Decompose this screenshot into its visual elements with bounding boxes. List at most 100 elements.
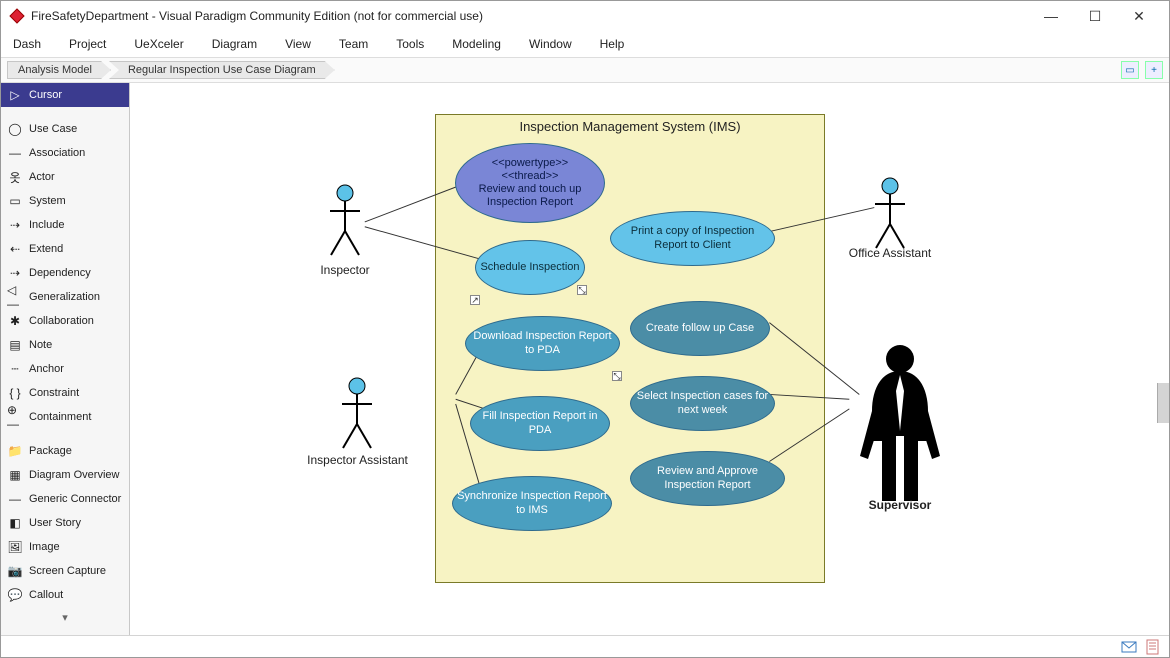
actor-inspector-label: Inspector [310, 263, 380, 277]
maximize-button[interactable]: ☐ [1073, 2, 1117, 30]
toolbar-new-icon[interactable]: + [1145, 61, 1163, 79]
minimize-button[interactable]: — [1029, 2, 1073, 30]
palette-item-label: Dependency [29, 267, 91, 279]
palette-constraint[interactable]: { }Constraint [1, 381, 129, 405]
palette-generalization[interactable]: ◁— Generalization [1, 285, 129, 309]
menu-project[interactable]: Project [69, 37, 106, 51]
palette-item-label: Note [29, 339, 52, 351]
palette-item-label: Callout [29, 589, 63, 601]
palette-cursor[interactable]: ▷ Cursor [1, 83, 129, 107]
palette-item-label: Containment [29, 411, 91, 423]
palette-system[interactable]: ▭System [1, 189, 129, 213]
userstory-icon: ◧ [7, 515, 23, 531]
reference-marker-1[interactable]: ↗ [470, 295, 480, 305]
actor-icon: 옷 [7, 169, 23, 185]
palette-callout[interactable]: 💬 Callout [1, 583, 129, 607]
breadcrumb-diagram[interactable]: Regular Inspection Use Case Diagram [109, 61, 335, 79]
menu-window[interactable]: Window [529, 37, 572, 51]
palette-item-label: Actor [29, 171, 55, 183]
usecase-icon: ◯ [7, 121, 23, 137]
palette-item-label: Association [29, 147, 85, 159]
reference-marker-2[interactable]: ⤡ [577, 285, 587, 295]
usecase-schedule[interactable]: Schedule Inspection [475, 240, 585, 295]
window-title: FireSafetyDepartment - Visual Paradigm C… [31, 9, 1029, 23]
menu-dash[interactable]: Dash [13, 37, 41, 51]
actor-assistant[interactable] [337, 376, 377, 456]
actor-inspector[interactable] [325, 183, 365, 263]
containment-icon: ⊕— [7, 409, 23, 425]
menu-tools[interactable]: Tools [396, 37, 424, 51]
palette-actor[interactable]: 옷 Actor [1, 165, 129, 189]
palette-item-label: Constraint [29, 387, 79, 399]
anchor-icon: ┄ [7, 361, 23, 377]
palette-item-label: System [29, 195, 66, 207]
palette-expand-icon[interactable]: ▾ [1, 607, 129, 628]
dependency-icon: ⇢ [7, 265, 23, 281]
menu-uexceler[interactable]: UeXceler [134, 37, 183, 51]
actor-supervisor[interactable] [850, 341, 950, 501]
palette-containment[interactable]: ⊕— Containment [1, 405, 129, 429]
palette-anchor[interactable]: ┄Anchor [1, 357, 129, 381]
palette-extend[interactable]: ⇠ Extend [1, 237, 129, 261]
collaboration-icon: ✱ [7, 313, 23, 329]
usecase-download[interactable]: Download Inspection Report to PDA [465, 316, 620, 371]
note-icon: ▤ [7, 337, 23, 353]
palette-item-label: Collaboration [29, 315, 94, 327]
extend-icon: ⇠ [7, 241, 23, 257]
system-title: Inspection Management System (IMS) [436, 115, 824, 138]
palette-collaboration[interactable]: ✱ Collaboration [1, 309, 129, 333]
breadcrumb-analysis-model[interactable]: Analysis Model [7, 61, 111, 79]
palette-user-story[interactable]: ◧User Story [1, 511, 129, 535]
usecase-review-touchup[interactable]: <<powertype>> <<thread>> Review and touc… [455, 143, 605, 223]
menu-diagram[interactable]: Diagram [212, 37, 257, 51]
menubar: Dash Project UeXceler Diagram View Team … [1, 31, 1169, 57]
menu-help[interactable]: Help [600, 37, 625, 51]
palette-note[interactable]: ▤ Note [1, 333, 129, 357]
palette-item-label: Generalization [29, 291, 100, 303]
generic-icon: — [7, 491, 23, 507]
app-icon [9, 8, 25, 24]
package-icon: 📁 [7, 443, 23, 459]
palette-item-label: Use Case [29, 123, 77, 135]
menu-view[interactable]: View [285, 37, 311, 51]
palette-diagram-overview[interactable]: ▦Diagram Overview [1, 463, 129, 487]
palette-item-label: Cursor [29, 89, 62, 101]
palette-item-label: Generic Connector [29, 493, 121, 505]
mail-icon[interactable] [1121, 639, 1137, 655]
palette-use-case[interactable]: ◯ Use Case [1, 117, 129, 141]
generalization-icon: ◁— [7, 289, 23, 305]
usecase-select[interactable]: Select Inspection cases for next week [630, 376, 775, 431]
palette-item-label: Screen Capture [29, 565, 106, 577]
callout-icon: 💬 [7, 587, 23, 603]
toolbar-layout-icon[interactable]: ▭ [1121, 61, 1139, 79]
actor-assistant-label: Inspector Assistant [300, 453, 415, 467]
close-button[interactable]: ✕ [1117, 2, 1161, 30]
palette-screen-capture[interactable]: 📷Screen Capture [1, 559, 129, 583]
palette-image[interactable]: 🖼Image [1, 535, 129, 559]
usecase-print[interactable]: Print a copy of Inspection Report to Cli… [610, 211, 775, 266]
palette-include[interactable]: ⇢Include [1, 213, 129, 237]
actor-supervisor-label: Supervisor [845, 498, 955, 512]
tool-palette: ▷Cursor◯Use Case—Association옷Actor▭Syste… [1, 83, 130, 635]
diagram-canvas[interactable]: Inspection Management System (IMS) [130, 83, 1169, 635]
cursor-icon: ▷ [7, 87, 23, 103]
statusbar [1, 635, 1169, 657]
menu-team[interactable]: Team [339, 37, 368, 51]
usecase-approve[interactable]: Review and Approve Inspection Report [630, 451, 785, 506]
usecase-fill[interactable]: Fill Inspection Report in PDA [470, 396, 610, 451]
palette-item-label: Package [29, 445, 72, 457]
palette-association[interactable]: —Association [1, 141, 129, 165]
overview-icon: ▦ [7, 467, 23, 483]
reference-marker-3[interactable]: ⤡ [612, 371, 622, 381]
palette-item-label: Image [29, 541, 60, 553]
palette-generic-connector[interactable]: — Generic Connector [1, 487, 129, 511]
menu-modeling[interactable]: Modeling [452, 37, 501, 51]
actor-office[interactable] [870, 176, 910, 256]
palette-dependency[interactable]: ⇢ Dependency [1, 261, 129, 285]
usecase-sync[interactable]: Synchronize Inspection Report to IMS [452, 476, 612, 531]
note-status-icon[interactable] [1145, 639, 1161, 655]
usecase-followup[interactable]: Create follow up Case [630, 301, 770, 356]
breadcrumb-bar: Analysis Model Regular Inspection Use Ca… [1, 57, 1169, 83]
palette-item-label: Extend [29, 243, 63, 255]
palette-package[interactable]: 📁 Package [1, 439, 129, 463]
